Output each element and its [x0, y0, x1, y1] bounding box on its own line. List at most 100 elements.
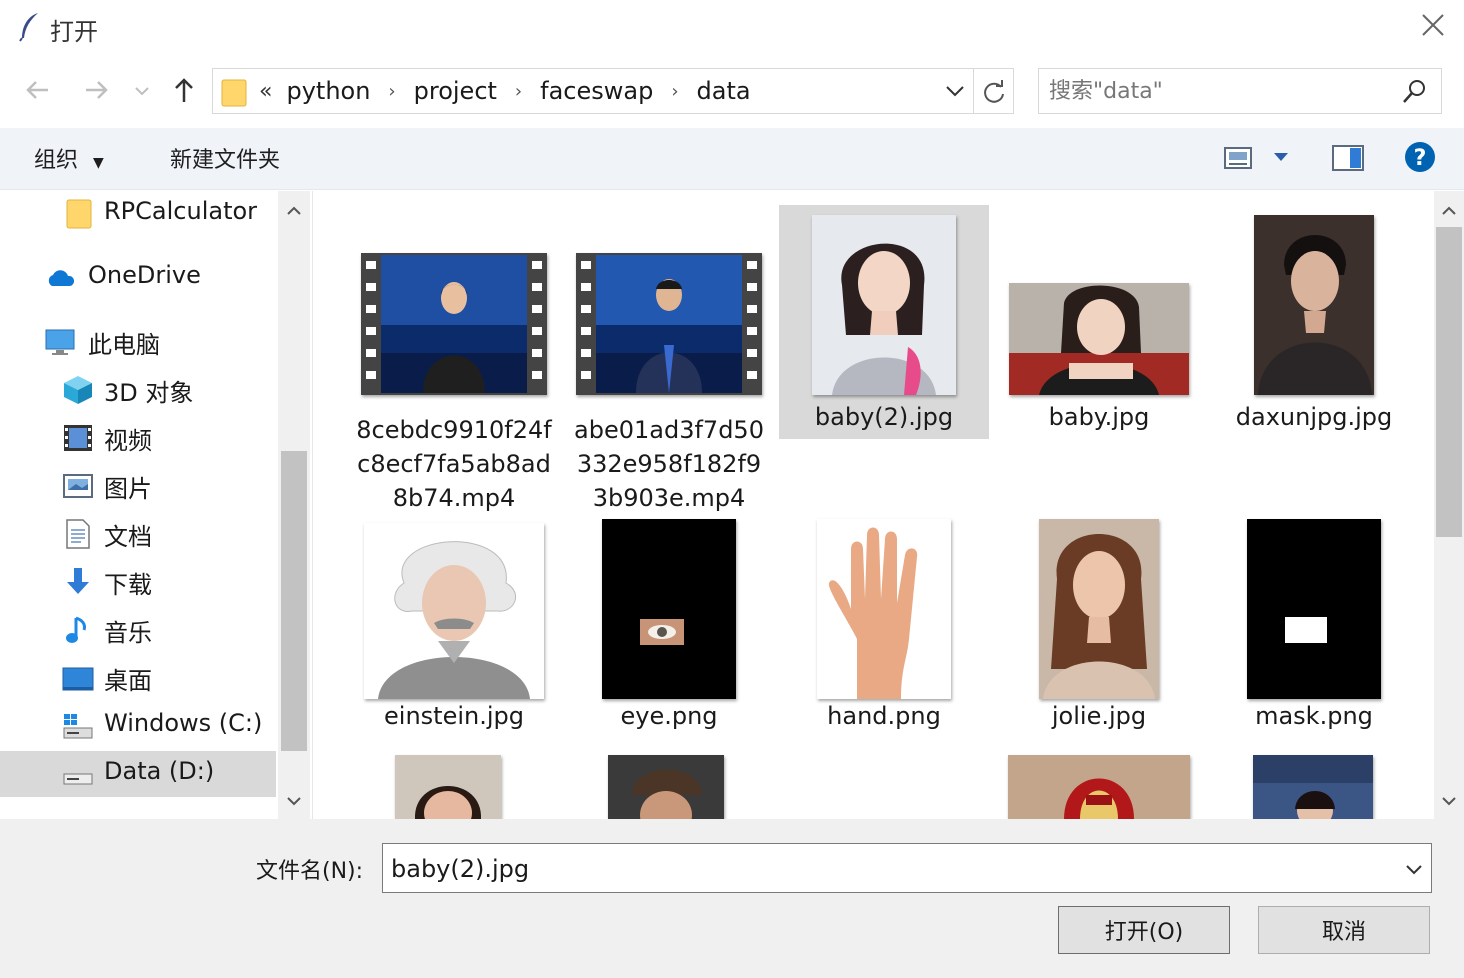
image-thumbnail-icon — [1008, 755, 1190, 819]
back-arrow-icon[interactable] — [20, 72, 56, 108]
sidebar-item-label: 下载 — [104, 571, 152, 599]
sidebar-item-rpcalculator[interactable]: RPCalculator — [0, 191, 276, 237]
chevron-down-icon[interactable] — [1401, 856, 1427, 882]
breadcrumb-item[interactable]: data — [697, 77, 751, 105]
sidebar-item-onedrive[interactable]: OneDrive — [0, 255, 276, 301]
file-item[interactable]: einstein.jpg — [349, 515, 559, 745]
preview-pane-icon[interactable] — [1332, 144, 1364, 172]
sidebar-item-label: Data (D:) — [104, 757, 215, 785]
cloud-icon — [48, 270, 75, 286]
sidebar-item-documents[interactable]: 文档 — [0, 511, 276, 557]
svg-text:?: ? — [1414, 146, 1427, 171]
sidebar-item-data-d[interactable]: Data (D:) — [0, 751, 276, 797]
close-icon[interactable] — [1420, 12, 1446, 38]
drive-icon — [63, 714, 93, 739]
file-thumbnail — [779, 211, 989, 395]
sidebar-item-label: Windows (C:) — [104, 709, 263, 737]
chevron-right-icon[interactable]: › — [388, 81, 395, 102]
file-thumbnail — [779, 517, 989, 699]
new-folder-button[interactable]: 新建文件夹 — [170, 142, 280, 174]
scroll-down-icon[interactable] — [284, 791, 304, 811]
file-name: baby(2).jpg — [814, 403, 954, 431]
file-item[interactable] — [1209, 755, 1419, 819]
sidebar-item-label: 3D 对象 — [104, 379, 194, 407]
organize-menu[interactable]: 组织 ▼ — [34, 142, 104, 174]
breadcrumb-item[interactable]: python — [286, 77, 370, 105]
file-item[interactable] — [564, 755, 774, 819]
image-thumbnail-icon — [364, 523, 544, 699]
organize-label: 组织 — [34, 148, 79, 173]
scrollbar-thumb[interactable] — [281, 451, 307, 751]
scrollbar-thumb[interactable] — [1436, 227, 1462, 537]
computer-icon — [45, 329, 75, 355]
refresh-icon[interactable] — [979, 77, 1009, 107]
file-thumbnail — [994, 275, 1204, 395]
search-input[interactable] — [1049, 75, 1389, 107]
help-icon[interactable]: ? — [1404, 140, 1436, 174]
cancel-button[interactable]: 取消 — [1258, 906, 1430, 954]
scroll-down-icon[interactable] — [1439, 791, 1459, 811]
file-name: jolie.jpg — [1051, 702, 1147, 730]
scroll-up-icon[interactable] — [1439, 201, 1459, 221]
file-item[interactable] — [994, 755, 1204, 819]
chevron-right-icon[interactable]: › — [515, 81, 522, 102]
sidebar-item-pictures[interactable]: 图片 — [0, 463, 276, 509]
sidebar-item-downloads[interactable]: 下载 — [0, 559, 276, 605]
file-item[interactable]: hand.png — [779, 515, 989, 745]
image-thumbnail-icon — [602, 519, 736, 699]
file-item-selected[interactable]: baby(2).jpg — [779, 205, 989, 439]
file-item[interactable] — [349, 755, 559, 819]
file-name: mask.png — [1255, 702, 1373, 730]
open-button[interactable]: 打开(O) — [1058, 906, 1230, 954]
forward-arrow-icon[interactable] — [78, 72, 114, 108]
file-thumbnail — [1209, 211, 1419, 395]
file-name: daxunjpg.jpg — [1235, 403, 1393, 431]
sidebar-item-label: 音乐 — [104, 619, 152, 647]
file-item[interactable]: abe01ad3f7d50332e958f182f93b903e.mp4 — [564, 205, 774, 512]
desktop-icon — [62, 667, 94, 691]
folder-icon — [66, 199, 92, 229]
sidebar-item-music[interactable]: 音乐 — [0, 607, 276, 653]
feather-icon — [19, 13, 38, 42]
file-item[interactable]: jolie.jpg — [994, 515, 1204, 745]
file-item[interactable]: mask.png — [1209, 515, 1419, 745]
sidebar-item-label: 桌面 — [104, 667, 152, 695]
file-item[interactable]: 8cebdc9910f24fc8ecf7fa5ab8ad8b74.mp4 — [349, 205, 559, 512]
chevron-right-icon[interactable]: › — [671, 81, 678, 102]
sidebar-item-label: 图片 — [104, 475, 152, 503]
sidebar-item-windows-c[interactable]: Windows (C:) — [0, 703, 276, 749]
recent-locations-chevron-icon[interactable] — [128, 72, 156, 108]
caret-down-icon[interactable] — [1272, 150, 1290, 164]
file-item[interactable]: daxunjpg.jpg — [1209, 205, 1419, 439]
view-options-icon[interactable] — [1224, 146, 1252, 170]
address-bar[interactable]: « python › project › faceswap › data — [212, 68, 1014, 114]
breadcrumb-item[interactable]: project — [414, 77, 497, 105]
file-name: 8cebdc9910f24fc8ecf7fa5ab8ad8b74.mp4 — [356, 416, 552, 512]
sidebar-item-this-pc[interactable]: 此电脑 — [0, 319, 276, 365]
drive-icon — [63, 773, 93, 785]
address-divider — [973, 69, 974, 113]
chevron-down-icon[interactable] — [941, 77, 969, 105]
navigation-pane: RPCalculator OneDrive 此电脑 3D 对象 视频 图片 文档… — [0, 191, 312, 819]
filename-combobox[interactable] — [382, 843, 1432, 893]
sidebar-scrollbar[interactable] — [278, 191, 310, 819]
file-thumbnail — [1209, 517, 1419, 699]
window-title: 打开 — [50, 18, 98, 46]
breadcrumb-item[interactable]: faceswap — [540, 77, 653, 105]
file-list-scrollbar[interactable] — [1434, 191, 1464, 819]
sidebar-item-3d-objects[interactable]: 3D 对象 — [0, 367, 276, 413]
sidebar-item-desktop[interactable]: 桌面 — [0, 655, 276, 701]
scroll-up-icon[interactable] — [284, 201, 304, 221]
search-box[interactable] — [1038, 68, 1442, 114]
file-item[interactable]: baby.jpg — [994, 205, 1204, 439]
video-thumbnail-icon — [361, 253, 547, 395]
title-bar: 打开 — [0, 0, 1464, 56]
up-arrow-icon[interactable] — [166, 72, 202, 108]
image-thumbnail-icon — [1254, 215, 1374, 395]
filename-input[interactable] — [391, 852, 1371, 886]
music-icon — [66, 616, 86, 643]
file-item[interactable]: eye.png — [564, 515, 774, 745]
search-icon[interactable] — [1399, 77, 1429, 107]
breadcrumb-overflow[interactable]: « — [259, 79, 272, 104]
sidebar-item-videos[interactable]: 视频 — [0, 415, 276, 461]
